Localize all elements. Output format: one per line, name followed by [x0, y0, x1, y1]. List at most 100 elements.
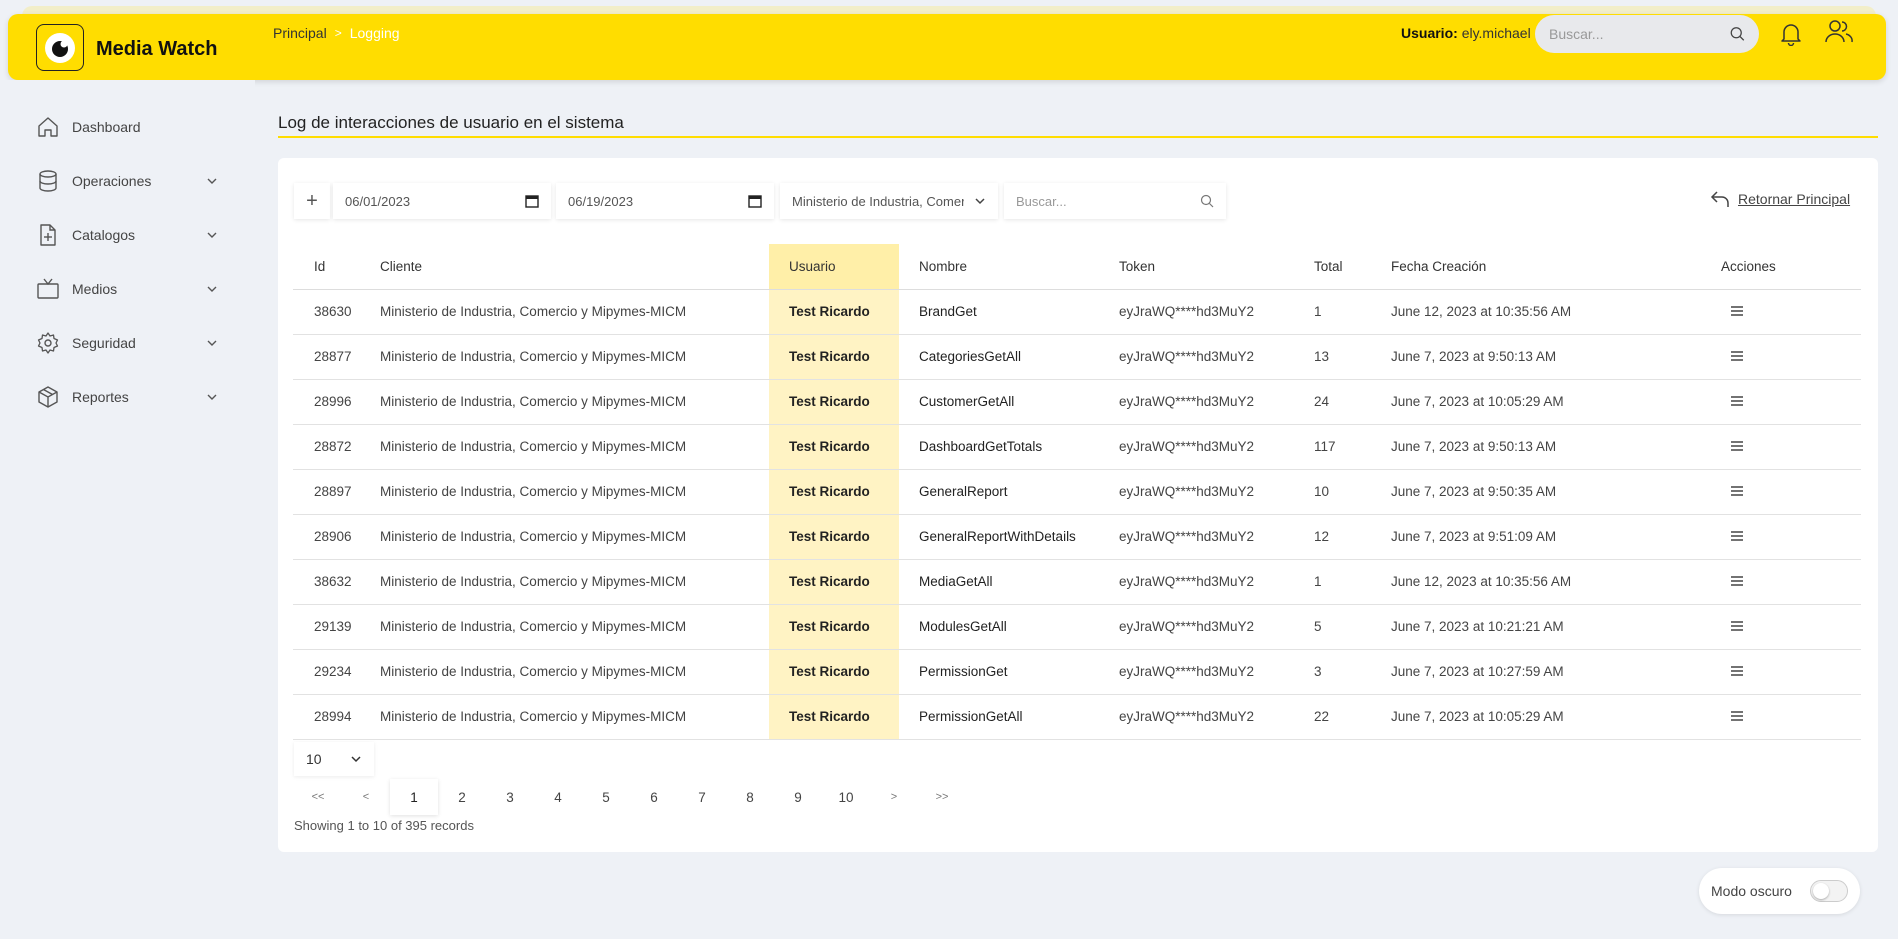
cell-fecha: June 7, 2023 at 9:50:35 AM — [1391, 469, 1699, 515]
sidebar-item-label: Reportes — [72, 389, 129, 405]
client-select[interactable]: Ministerio de Industria, Comercio y Mipy… — [780, 183, 998, 219]
cell-cliente: Ministerio de Industria, Comercio y Mipy… — [380, 649, 769, 695]
cell-nombre: MediaGetAll — [899, 559, 1119, 605]
page-button-1[interactable]: 1 — [390, 779, 438, 815]
breadcrumb: Principal > Logging — [273, 25, 400, 41]
cell-fecha: June 7, 2023 at 9:51:09 AM — [1391, 514, 1699, 560]
chevron-down-icon — [351, 756, 361, 763]
dark-mode-toggle[interactable]: Modo oscuro — [1699, 868, 1860, 914]
cell-acciones — [1699, 559, 1861, 605]
page-next-button[interactable]: > — [870, 779, 918, 815]
sidebar — [0, 80, 255, 939]
cell-token: eyJraWQ****hd3MuY2 — [1119, 694, 1314, 740]
sidebar-item-operaciones[interactable]: Operaciones — [36, 167, 218, 195]
chevron-down-icon — [207, 394, 217, 400]
page-button-5[interactable]: 5 — [582, 779, 630, 815]
page-button-9[interactable]: 9 — [774, 779, 822, 815]
cell-nombre: PermissionGetAll — [899, 694, 1119, 740]
row-menu-icon[interactable] — [1731, 396, 1743, 406]
page-button-3[interactable]: 3 — [486, 779, 534, 815]
column-header-token[interactable]: Token — [1119, 244, 1314, 290]
table-row: 28897 Ministerio de Industria, Comercio y… — [293, 469, 1861, 515]
row-menu-icon[interactable] — [1731, 621, 1743, 631]
chevron-down-icon — [207, 340, 217, 346]
date-to-field[interactable]: 06/19/2023 — [556, 183, 774, 219]
table-row: 28872 Ministerio de Industria, Comercio y… — [293, 424, 1861, 470]
app-logo[interactable] — [36, 24, 84, 71]
client-select-value: Ministerio de Industria, Comercio y Mipy… — [792, 193, 964, 209]
cell-acciones — [1699, 289, 1861, 335]
cell-total: 117 — [1314, 424, 1391, 470]
table-row: 38632 Ministerio de Industria, Comercio y… — [293, 559, 1861, 605]
cell-id: 29139 — [293, 604, 380, 650]
search-icon[interactable] — [1200, 194, 1214, 208]
column-header-cliente[interactable]: Cliente — [380, 244, 769, 290]
sidebar-item-seguridad[interactable]: Seguridad — [36, 329, 218, 357]
cell-total: 22 — [1314, 694, 1391, 740]
column-header-fecha[interactable]: Fecha Creación — [1391, 244, 1699, 290]
page-size-select[interactable]: 10 — [294, 742, 374, 776]
page-button-6[interactable]: 6 — [630, 779, 678, 815]
page-button-2[interactable]: 2 — [438, 779, 486, 815]
cell-usuario: Test Ricardo — [769, 289, 899, 335]
row-menu-icon[interactable] — [1731, 531, 1743, 541]
row-menu-icon[interactable] — [1731, 711, 1743, 721]
row-menu-icon[interactable] — [1731, 306, 1743, 316]
cell-id: 28906 — [293, 514, 380, 560]
add-filter-button[interactable]: + — [294, 183, 330, 219]
page-first-button[interactable]: << — [294, 779, 342, 815]
row-menu-icon[interactable] — [1731, 351, 1743, 361]
cell-cliente: Ministerio de Industria, Comercio y Mipy… — [380, 514, 769, 560]
page-prev-button[interactable]: < — [342, 779, 390, 815]
calendar-icon[interactable] — [525, 194, 539, 208]
cell-nombre: GeneralReportWithDetails — [899, 514, 1119, 560]
column-header-nombre[interactable]: Nombre — [899, 244, 1119, 290]
sidebar-item-reportes[interactable]: Reportes — [36, 383, 218, 411]
sidebar-item-label: Seguridad — [72, 335, 136, 351]
column-header-usuario[interactable]: Usuario — [769, 244, 899, 290]
return-principal-link[interactable]: Retornar Principal — [1710, 190, 1850, 208]
cell-nombre: DashboardGetTotals — [899, 424, 1119, 470]
calendar-icon[interactable] — [748, 194, 762, 208]
cell-nombre: GeneralReport — [899, 469, 1119, 515]
sidebar-item-catalogos[interactable]: Catalogos — [36, 221, 218, 249]
row-menu-icon[interactable] — [1731, 576, 1743, 586]
dark-mode-switch[interactable] — [1810, 880, 1848, 902]
row-menu-icon[interactable] — [1731, 441, 1743, 451]
sidebar-item-dashboard[interactable]: Dashboard — [36, 113, 218, 141]
cell-usuario: Test Ricardo — [769, 334, 899, 380]
page-last-button[interactable]: >> — [918, 779, 966, 815]
page-title: Log de interacciones de usuario en el si… — [278, 113, 624, 132]
page-button-8[interactable]: 8 — [726, 779, 774, 815]
cell-nombre: ModulesGetAll — [899, 604, 1119, 650]
sidebar-item-label: Medios — [72, 281, 118, 297]
cell-fecha: June 7, 2023 at 10:05:29 AM — [1391, 379, 1699, 425]
cell-total: 5 — [1314, 604, 1391, 650]
global-search-input[interactable] — [1549, 26, 1730, 42]
cell-total: 10 — [1314, 469, 1391, 515]
page-button-10[interactable]: 10 — [822, 779, 870, 815]
users-icon[interactable] — [1824, 18, 1854, 46]
table-search-input[interactable] — [1016, 193, 1200, 209]
column-header-acciones: Acciones — [1699, 244, 1861, 290]
cell-id: 28996 — [293, 379, 380, 425]
page-button-4[interactable]: 4 — [534, 779, 582, 815]
sidebar-item-label: Dashboard — [72, 119, 141, 135]
bell-icon[interactable] — [1780, 22, 1802, 46]
sidebar-item-label: Operaciones — [72, 173, 152, 189]
date-from-field[interactable]: 06/01/2023 — [333, 183, 551, 219]
column-header-id[interactable]: Id — [293, 244, 380, 290]
row-menu-icon[interactable] — [1731, 666, 1743, 676]
row-menu-icon[interactable] — [1731, 486, 1743, 496]
breadcrumb-home[interactable]: Principal — [273, 25, 327, 41]
sidebar-item-label: Catalogos — [72, 227, 136, 243]
column-header-total[interactable]: Total — [1314, 244, 1391, 290]
cell-fecha: June 12, 2023 at 10:35:56 AM — [1391, 289, 1699, 335]
page-button-7[interactable]: 7 — [678, 779, 726, 815]
cell-nombre: CategoriesGetAll — [899, 334, 1119, 380]
search-icon[interactable] — [1730, 25, 1745, 43]
sidebar-item-medios[interactable]: Medios — [36, 275, 218, 303]
box-icon — [36, 385, 60, 409]
cell-cliente: Ministerio de Industria, Comercio y Mipy… — [380, 334, 769, 380]
cell-token: eyJraWQ****hd3MuY2 — [1119, 559, 1314, 605]
